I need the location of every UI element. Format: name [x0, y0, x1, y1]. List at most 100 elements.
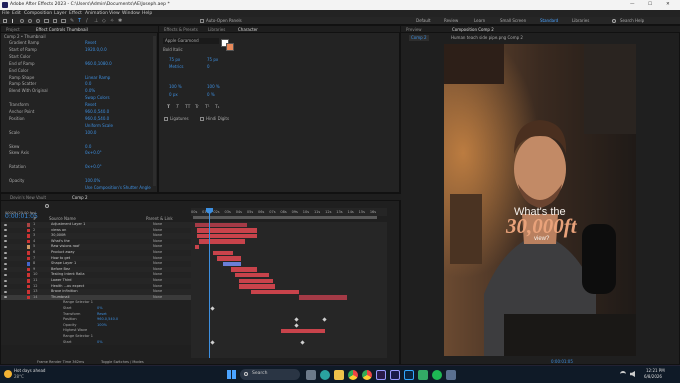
effect-property-value[interactable]: 100.0%	[85, 178, 100, 184]
effect-row[interactable]: Ramp Shape Linear Ramp	[1, 75, 151, 81]
all-caps-button[interactable]: TT	[185, 105, 190, 111]
label-color-swatch[interactable]	[27, 245, 30, 249]
leading-value[interactable]: 75 px	[207, 57, 218, 63]
layer-duration-bar[interactable]	[197, 228, 257, 233]
home-icon[interactable]	[3, 19, 7, 23]
effect-row[interactable]: Uniform Scale	[1, 123, 151, 129]
effect-property-value[interactable]: Swap Colors	[85, 95, 110, 101]
label-color-swatch[interactable]	[27, 267, 30, 272]
workspace-review[interactable]: Review	[444, 18, 458, 24]
label-color-swatch[interactable]	[27, 228, 30, 233]
layer-duration-bar[interactable]	[235, 272, 269, 278]
horizontal-scale-value[interactable]: 100 %	[207, 84, 220, 90]
tab-composition[interactable]: Composition Comp 2	[449, 27, 497, 32]
after-effects-icon[interactable]	[390, 370, 400, 380]
keyframe-diamond[interactable]	[210, 339, 215, 345]
spotify-icon[interactable]	[432, 370, 442, 380]
effect-property-value[interactable]: 960.0,1080.0	[85, 61, 112, 67]
visibility-eye-icon[interactable]	[4, 229, 7, 232]
visibility-eye-icon[interactable]	[4, 234, 7, 237]
visibility-eye-icon[interactable]	[4, 257, 7, 260]
edge-browser-icon[interactable]	[320, 370, 330, 380]
keyframe-diamond[interactable]	[322, 317, 327, 322]
label-color-swatch[interactable]	[27, 234, 30, 238]
effect-row[interactable]	[1, 171, 151, 177]
superscript-button[interactable]: T¹	[205, 105, 210, 111]
layer-duration-bar[interactable]	[223, 261, 241, 267]
keyframe-diamond[interactable]	[210, 306, 215, 311]
effect-row[interactable]: Opacity 100.0%	[1, 178, 151, 184]
layer-duration-bar[interactable]	[195, 244, 199, 250]
effect-row[interactable]: Skew Axis 0x+0.0°	[1, 150, 151, 156]
property-value[interactable]: 0%	[97, 340, 103, 346]
effect-property-value[interactable]: 960.0,540.0	[85, 116, 109, 122]
effect-property-value[interactable]: Uniform Scale	[85, 123, 113, 129]
label-color-swatch[interactable]	[27, 251, 30, 255]
effect-row[interactable]	[1, 137, 151, 143]
search-help-field[interactable]: Search Help	[620, 18, 644, 24]
label-color-swatch[interactable]	[27, 284, 30, 289]
ligatures-checkbox[interactable]	[164, 117, 168, 121]
effect-row[interactable]: Swap Colors	[1, 95, 151, 101]
tab-project[interactable]: Project	[3, 27, 23, 32]
roto-tool-icon[interactable]: ✧	[110, 18, 114, 24]
effect-property-value[interactable]: 0.0	[85, 144, 91, 150]
font-family-dropdown[interactable]: Apple Garamond	[163, 38, 219, 44]
visibility-eye-icon[interactable]	[4, 240, 7, 243]
camera-tool-icon[interactable]	[44, 19, 49, 23]
effect-property-value[interactable]: Reset	[85, 102, 96, 108]
puppet-tool-icon[interactable]: ✱	[118, 18, 122, 24]
taskbar-search-box[interactable]: Search	[240, 369, 300, 380]
brush-tool-icon[interactable]: /	[86, 18, 88, 24]
effect-property-value[interactable]: Linear Ramp	[85, 75, 110, 81]
effect-row[interactable]: Start Color	[1, 54, 151, 60]
visibility-eye-icon[interactable]	[4, 296, 7, 299]
workspace-learn[interactable]: Learn	[474, 18, 485, 24]
layer-duration-bar[interactable]	[213, 250, 233, 256]
label-color-swatch[interactable]	[27, 262, 30, 266]
layer-duration-bar[interactable]	[281, 328, 325, 334]
eraser-tool-icon[interactable]: ◇	[102, 18, 106, 24]
kerning-value[interactable]: Metrics	[169, 64, 184, 70]
effect-row[interactable]: Transform Reset	[1, 102, 151, 108]
effect-row[interactable]: Start of Ramp 1920.0,0.0	[1, 47, 151, 53]
effect-row[interactable]: Use Composition's Shutter Angle	[1, 185, 151, 191]
subscript-button[interactable]: T₁	[215, 105, 220, 111]
tab-libraries[interactable]: Libraries	[205, 27, 228, 32]
time-ruler[interactable]: 00s 01s 02s 03s 04s 05s 06s 07s 08s 09s 10s 11s 12s 1…	[191, 208, 387, 216]
effect-row[interactable]: Position 960.0,540.0	[1, 116, 151, 122]
label-color-swatch[interactable]	[27, 239, 30, 244]
tracking-value[interactable]: 0	[207, 64, 210, 70]
tab-effects-presets[interactable]: Effects & Presets	[161, 27, 201, 32]
layer-duration-bar[interactable]	[199, 239, 245, 244]
effect-property-value[interactable]: 1920.0,0.0	[85, 47, 107, 53]
workspace-libraries[interactable]: Libraries	[572, 18, 589, 24]
visibility-eye-icon[interactable]	[4, 262, 7, 265]
minimize-button[interactable]: —	[630, 2, 635, 8]
effect-row[interactable]: Ramp Scatter 0.0	[1, 81, 151, 87]
work-area-bar[interactable]	[193, 216, 377, 219]
effect-property-value[interactable]: 100.0	[85, 130, 96, 136]
stroke-color-swatch[interactable]	[226, 43, 234, 51]
app-icon[interactable]	[418, 370, 428, 380]
zoom-tool-icon[interactable]	[28, 19, 32, 23]
vertical-scale-value[interactable]: 100 %	[169, 84, 182, 90]
workspace-standard[interactable]: Standard	[540, 18, 558, 24]
scrollbar[interactable]	[153, 36, 156, 186]
tsume-value[interactable]: 0 %	[207, 92, 215, 98]
search-icon[interactable]	[612, 19, 616, 23]
label-color-swatch[interactable]	[27, 279, 30, 283]
effect-row[interactable]: End Color	[1, 68, 151, 74]
weather-icon[interactable]	[4, 370, 12, 378]
tab-character[interactable]: Character	[235, 27, 261, 32]
rectangle-tool-icon[interactable]	[61, 19, 66, 23]
close-button[interactable]: ✕	[666, 2, 670, 8]
effect-property-value[interactable]: 960.0,540.0	[85, 109, 109, 115]
effect-property-value[interactable]: 0.0	[85, 81, 91, 87]
clock-date[interactable]: 6/8/2026	[644, 374, 662, 380]
label-color-swatch[interactable]	[27, 273, 30, 277]
playhead[interactable]	[209, 208, 210, 358]
layer-duration-bar[interactable]	[239, 278, 273, 284]
keyframe-diamond[interactable]	[294, 317, 299, 322]
keyframe-diamond[interactable]	[300, 339, 305, 345]
